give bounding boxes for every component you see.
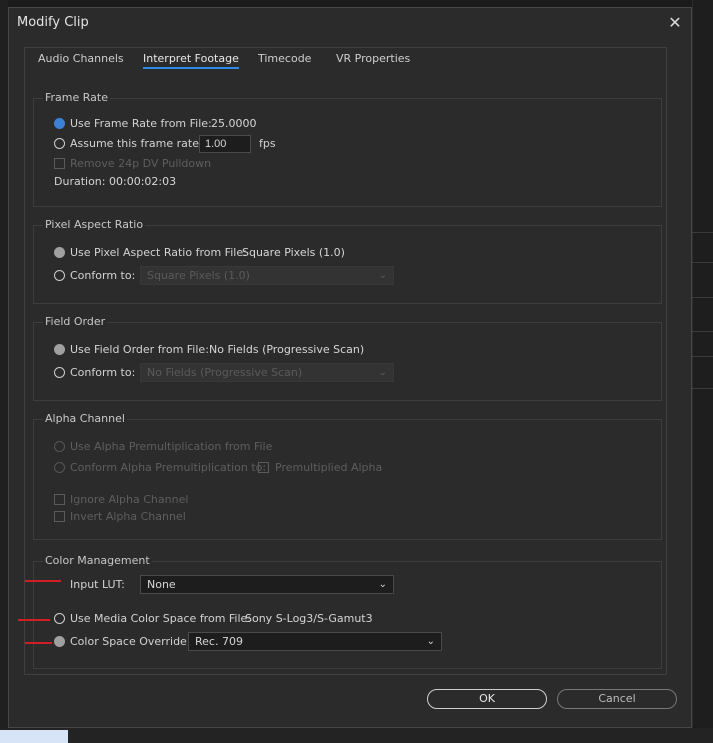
remove-pulldown-label: Remove 24p DV Pulldown [70,157,212,170]
field-order-from-file-label: Use Field Order from File: [70,343,209,356]
field-order-conform-label: Conform to: [70,366,136,379]
frame-rate-group [33,98,662,207]
use-media-color-space-radio[interactable] [54,613,65,624]
assume-frame-rate-label: Assume this frame rate: [70,137,203,150]
background-app-bottom [0,728,713,743]
background-divider [692,232,713,233]
dialog-title: Modify Clip [17,15,89,30]
input-lut-dropdown[interactable]: None ⌄ [140,575,394,594]
tab-interpret-footage[interactable]: Interpret Footage [143,52,239,69]
par-conform-value: Square Pixels (1.0) [147,269,250,282]
par-from-file-label: Use Pixel Aspect Ratio from File: [70,246,247,259]
color-space-override-dropdown[interactable]: Rec. 709 ⌄ [188,632,442,651]
annotation-marker [18,619,50,621]
close-icon[interactable]: ✕ [663,12,687,34]
background-divider [692,262,713,263]
tab-vr-properties[interactable]: VR Properties [336,52,410,65]
background-divider [692,388,713,389]
tab-audio-channels[interactable]: Audio Channels [38,52,124,65]
field-order-from-file-value: No Fields (Progressive Scan) [209,343,365,356]
alpha-channel-title: Alpha Channel [43,412,127,425]
invert-alpha-label: Invert Alpha Channel [70,510,186,523]
color-space-override-value: Rec. 709 [195,635,243,648]
background-app-right [692,0,713,743]
background-app-left [0,0,8,743]
background-divider [692,356,713,357]
field-order-conform-dropdown[interactable]: No Fields (Progressive Scan) ⌄ [140,363,394,382]
fps-label: fps [259,137,276,150]
chevron-down-icon: ⌄ [378,579,387,590]
par-from-file-radio[interactable] [54,247,65,258]
premultiplied-alpha-label: Premultiplied Alpha [275,461,383,474]
par-conform-dropdown[interactable]: Square Pixels (1.0) ⌄ [140,266,394,285]
frame-rate-title: Frame Rate [43,91,110,104]
duration-value: 00:00:02:03 [109,175,177,188]
pixel-aspect-title: Pixel Aspect Ratio [43,218,146,231]
alpha-from-file-radio[interactable] [54,441,65,452]
assume-frame-rate-input[interactable] [199,135,251,153]
color-management-title: Color Management [43,554,152,567]
alpha-conform-radio[interactable] [54,462,65,473]
par-conform-radio[interactable] [54,270,65,281]
field-order-from-file-radio[interactable] [54,344,65,355]
background-divider [692,331,713,332]
input-lut-label: Input LUT: [70,578,125,591]
assume-frame-rate-radio[interactable] [54,138,65,149]
annotation-marker [25,580,61,582]
alpha-conform-label: Conform Alpha Premultiplication to: [70,461,267,474]
field-order-group [33,322,662,401]
par-conform-label: Conform to: [70,269,136,282]
use-media-color-space-label: Use Media Color Space from File: [70,612,252,625]
ok-button[interactable]: OK [427,689,547,709]
tab-timecode[interactable]: Timecode [258,52,311,65]
ignore-alpha-label: Ignore Alpha Channel [70,493,189,506]
field-order-conform-radio[interactable] [54,367,65,378]
duration-label: Duration: [54,175,106,188]
background-app-selection [0,730,68,743]
par-from-file-value: Square Pixels (1.0) [242,246,345,259]
input-lut-value: None [147,578,176,591]
cancel-button[interactable]: Cancel [557,689,677,709]
ignore-alpha-checkbox[interactable] [54,494,65,505]
pixel-aspect-group [33,225,662,304]
title-bar: Modify Clip ✕ [9,8,691,38]
chevron-down-icon: ⌄ [378,367,387,378]
alpha-from-file-label: Use Alpha Premultiplication from File [70,440,273,453]
background-divider [692,297,713,298]
use-media-color-space-value: Sony S-Log3/S-Gamut3 [245,612,373,625]
field-order-conform-value: No Fields (Progressive Scan) [147,366,303,379]
invert-alpha-checkbox[interactable] [54,511,65,522]
premultiplied-alpha-checkbox[interactable] [258,462,269,473]
annotation-marker [25,642,52,644]
remove-pulldown-checkbox[interactable] [54,158,65,169]
frame-rate-from-file-radio[interactable] [54,118,65,129]
chevron-down-icon: ⌄ [426,636,435,647]
color-space-override-label: Color Space Override: [70,635,191,648]
frame-rate-from-file-value: 25.0000 [211,117,257,130]
color-space-override-radio[interactable] [54,636,65,647]
field-order-title: Field Order [43,315,108,328]
chevron-down-icon: ⌄ [378,270,387,281]
frame-rate-from-file-label: Use Frame Rate from File: [70,117,212,130]
